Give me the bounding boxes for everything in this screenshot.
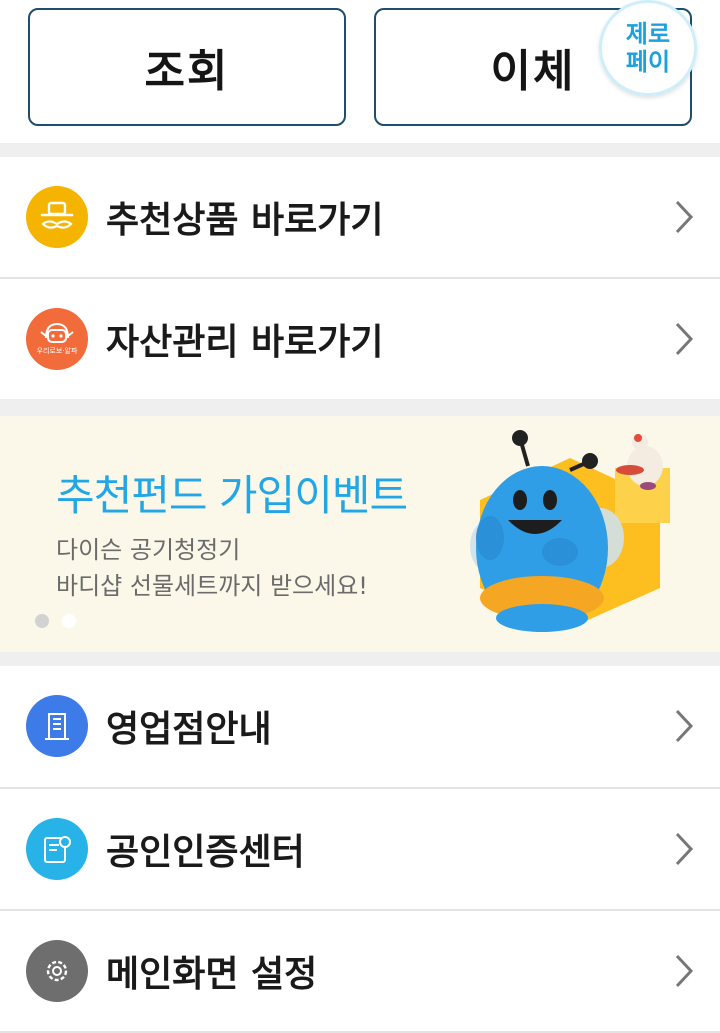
zeropay-label-line2: 페이 bbox=[625, 48, 671, 76]
bee-mascot-illustration bbox=[470, 430, 670, 632]
menu-item-recommended-products[interactable]: 추천상품 바로가기 bbox=[0, 157, 720, 277]
banner-title: 추천펀드 가입이벤트 bbox=[56, 471, 408, 520]
robot-icon: 우리로보·알파 bbox=[26, 308, 88, 370]
section-divider bbox=[0, 652, 720, 666]
menu-item-branch-guide[interactable]: 영업점안내 bbox=[0, 666, 720, 786]
section-divider bbox=[0, 143, 720, 157]
menu-item-label: 영업점안내 bbox=[106, 709, 272, 750]
building-icon bbox=[26, 695, 88, 757]
carousel-dot-active[interactable] bbox=[35, 614, 49, 628]
banner-subtitle-line2: 바디샵 선물세트까지 받으세요! bbox=[56, 572, 368, 600]
menu-item-label: 자산관리 바로가기 bbox=[106, 322, 384, 363]
carousel-dot[interactable] bbox=[62, 614, 76, 628]
inquiry-button-label: 조회 bbox=[144, 46, 230, 97]
transfer-button-label: 이체 bbox=[490, 46, 576, 97]
menu-item-label: 공인인증센터 bbox=[106, 832, 305, 873]
menu-item-label: 추천상품 바로가기 bbox=[106, 200, 384, 241]
chevron-right-icon bbox=[675, 322, 694, 356]
banner-subtitle-line1: 다이슨 공기청정기 bbox=[56, 536, 241, 564]
certificate-icon bbox=[26, 818, 88, 880]
gear-icon bbox=[26, 940, 88, 1002]
menu-item-certificate-center[interactable]: 공인인증센터 bbox=[0, 789, 720, 909]
menu-item-main-screen-settings[interactable]: 메인화면 설정 bbox=[0, 911, 720, 1031]
section-divider bbox=[0, 399, 720, 416]
zeropay-label-line1: 제로 bbox=[625, 20, 671, 48]
menu-item-label: 메인화면 설정 bbox=[106, 954, 318, 995]
inquiry-button[interactable]: 조회 bbox=[28, 8, 346, 126]
robot-icon-caption: 우리로보·알파 bbox=[36, 347, 78, 355]
menu-item-asset-management[interactable]: 우리로보·알파 자산관리 바로가기 bbox=[0, 279, 720, 399]
chevron-right-icon bbox=[675, 709, 694, 743]
chevron-right-icon bbox=[675, 954, 694, 988]
zeropay-badge[interactable]: 제로 페이 bbox=[599, 0, 697, 96]
chevron-right-icon bbox=[675, 832, 694, 866]
mustache-hat-icon bbox=[26, 186, 88, 248]
chevron-right-icon bbox=[675, 200, 694, 234]
top-action-area: 조회 이체 제로 페이 bbox=[0, 0, 720, 143]
